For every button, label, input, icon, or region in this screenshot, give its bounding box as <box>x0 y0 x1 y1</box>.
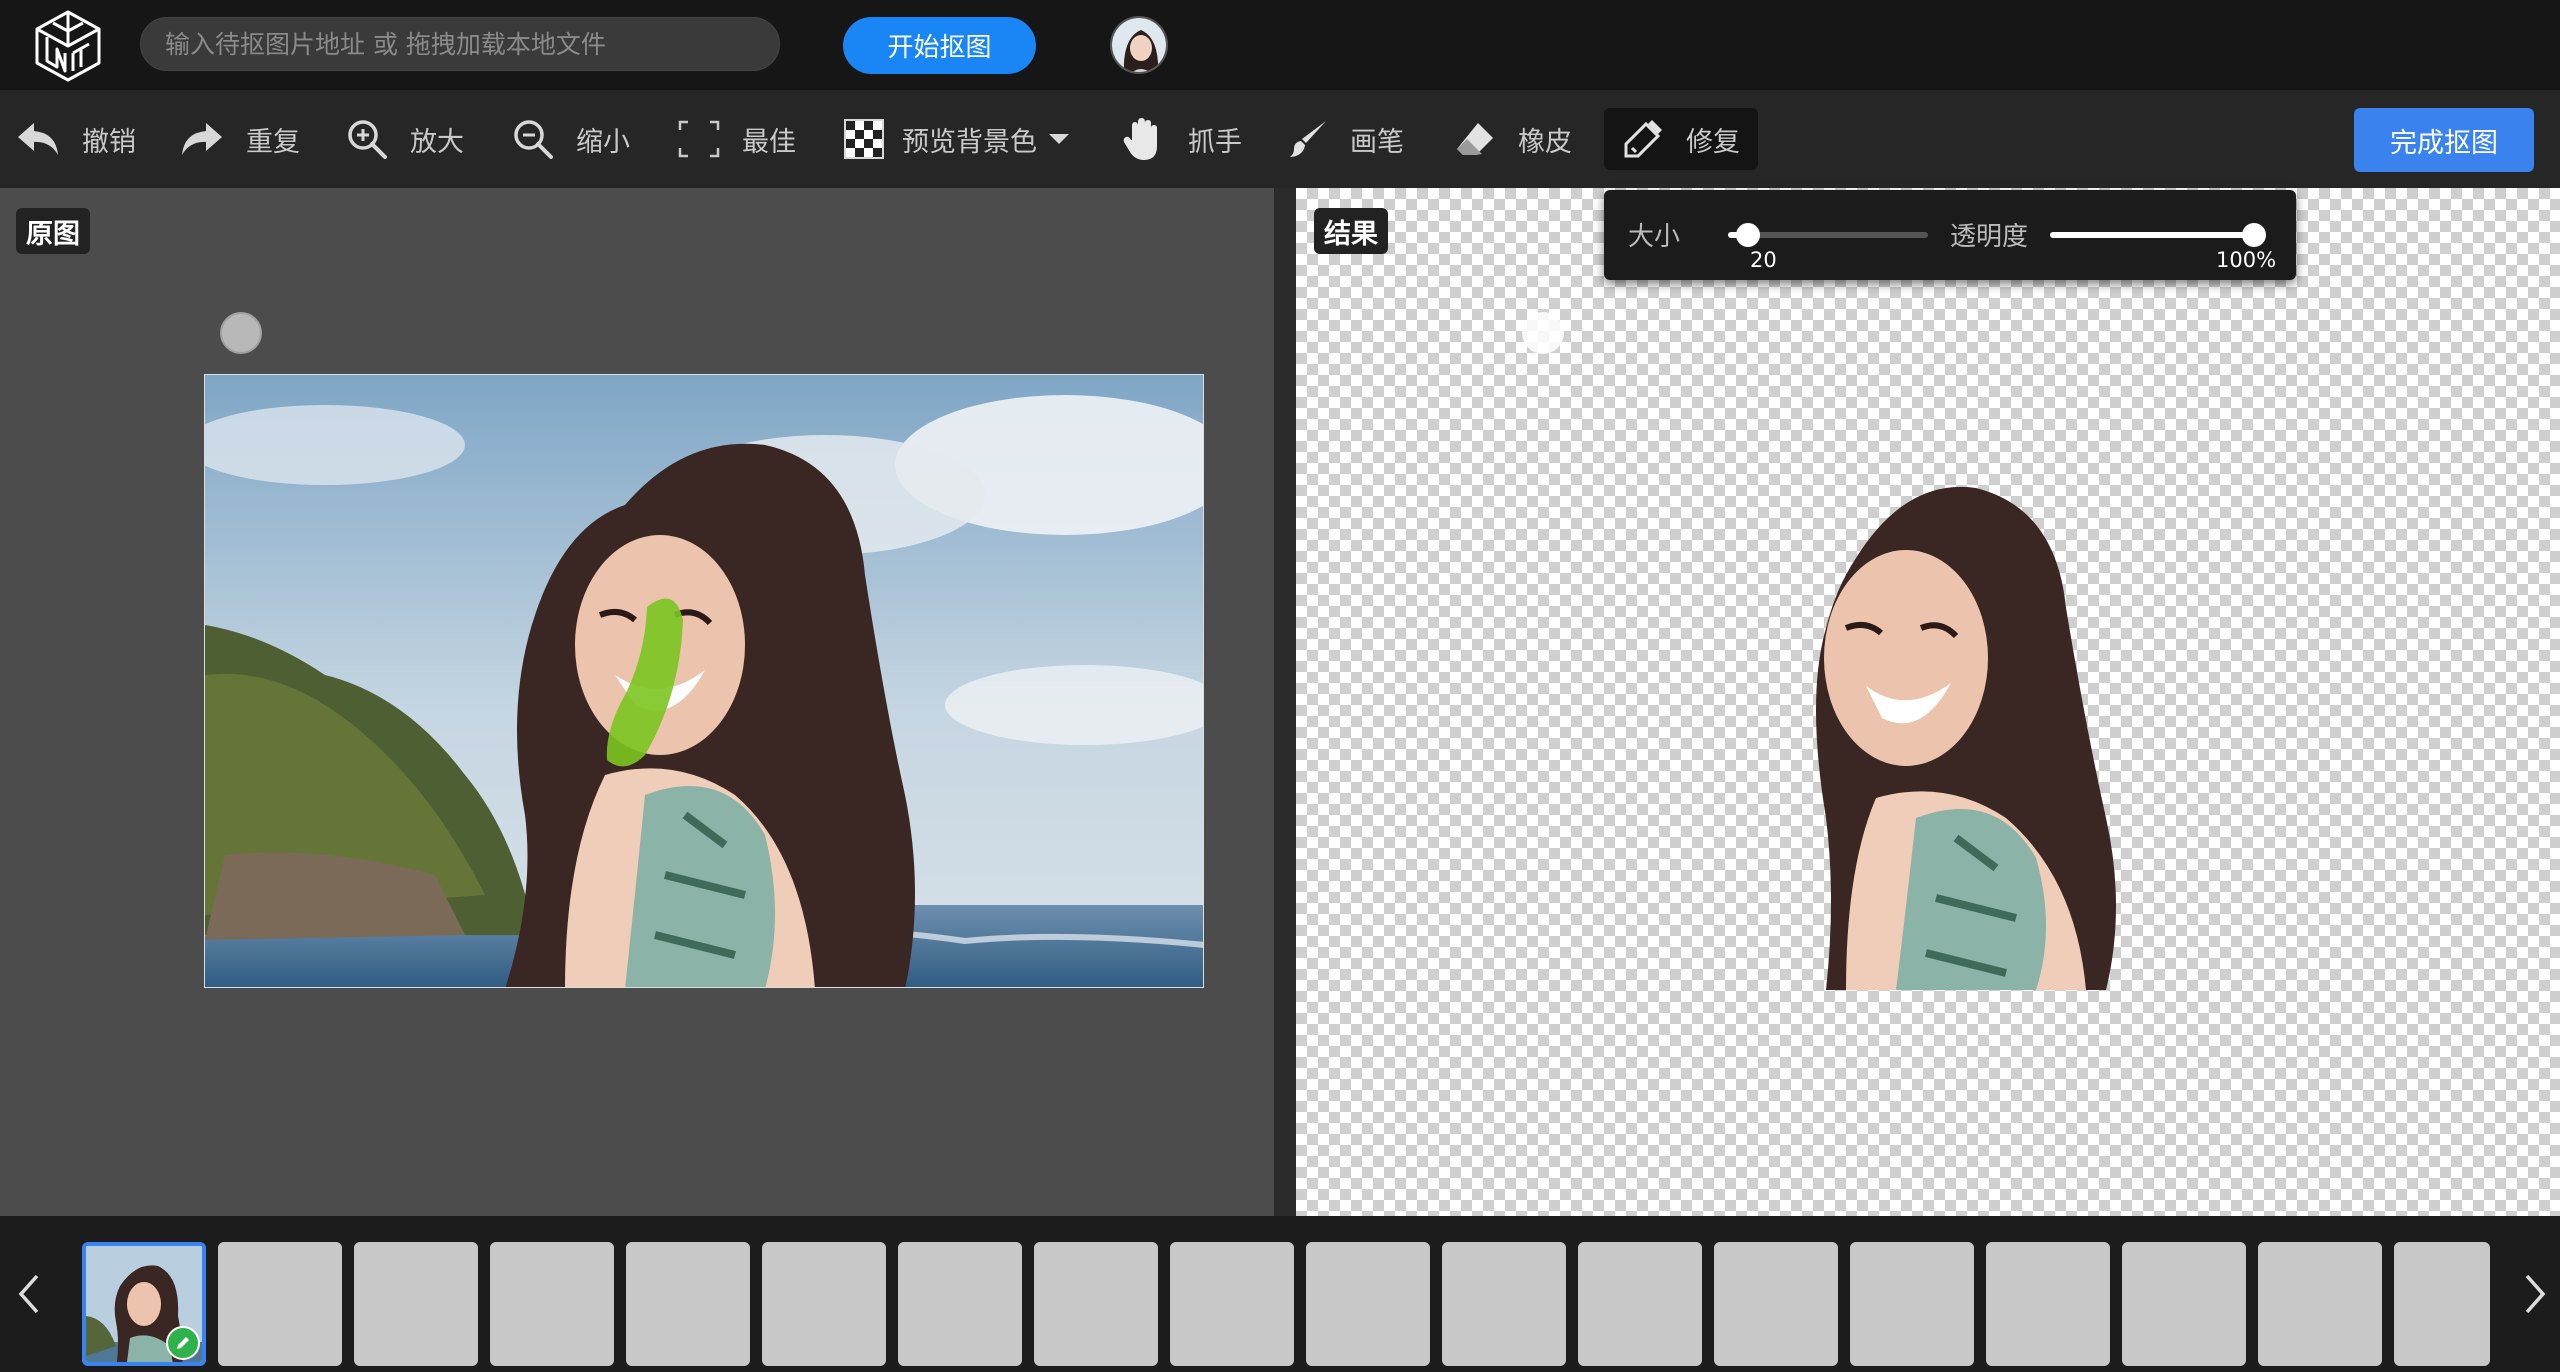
image-thumbnail[interactable] <box>490 1242 614 1366</box>
eraser-tool-label: 橡皮 <box>1518 126 1572 158</box>
brush-tool-label: 画笔 <box>1350 126 1404 158</box>
image-thumbnail[interactable] <box>1306 1242 1430 1366</box>
panel-divider <box>1274 188 1296 1216</box>
fit-best-label: 最佳 <box>742 126 796 158</box>
image-thumbnail[interactable] <box>1578 1242 1702 1366</box>
zoom-out-label: 缩小 <box>576 126 630 158</box>
image-thumbnail[interactable] <box>2394 1242 2490 1366</box>
chevron-left-icon <box>18 1274 39 1314</box>
image-thumbnail[interactable] <box>82 1242 206 1366</box>
brush-icon <box>1290 121 1326 157</box>
preview-background-dropdown[interactable]: 预览背景色 <box>844 108 1071 170</box>
zoom-out-icon <box>514 120 553 159</box>
checkerboard-icon <box>844 119 884 159</box>
opacity-slider-fill <box>2050 232 2254 238</box>
image-url-field[interactable] <box>140 17 780 71</box>
redo-icon <box>182 123 222 155</box>
image-thumbnail[interactable] <box>626 1242 750 1366</box>
image-thumbnail[interactable] <box>1714 1242 1838 1366</box>
cutout-result-image <box>1816 486 2116 990</box>
avatar-image <box>1112 18 1166 72</box>
brush-tool-button[interactable]: 画笔 <box>1288 108 1404 170</box>
undo-icon <box>18 123 58 155</box>
source-photo[interactable] <box>204 374 1204 988</box>
redo-label: 重复 <box>246 126 300 158</box>
repair-tool-label: 修复 <box>1686 126 1740 158</box>
image-thumbnail[interactable] <box>1034 1242 1158 1366</box>
edit-toolbar: 撤销 重复 放大 缩小 最佳 预览背景色 抓手 画笔 橡皮 修复 <box>0 90 2560 188</box>
fit-icon <box>678 120 720 158</box>
size-slider-handle[interactable] <box>1736 223 1760 247</box>
source-photo-image <box>205 375 1203 987</box>
repair-brush-icon <box>1624 120 1662 158</box>
hand-tool-label: 抓手 <box>1188 126 1242 158</box>
opacity-slider[interactable] <box>2050 223 2266 247</box>
filmstrip-prev-button[interactable] <box>0 1216 58 1372</box>
undo-label: 撤销 <box>82 126 136 158</box>
size-label: 大小 <box>1628 222 1681 252</box>
zoom-out-button[interactable]: 缩小 <box>512 108 630 170</box>
image-filmstrip <box>0 1216 2560 1372</box>
image-thumbnail[interactable] <box>2122 1242 2246 1366</box>
image-url-input[interactable] <box>165 29 779 59</box>
fit-best-button[interactable]: 最佳 <box>678 108 796 170</box>
size-slider[interactable] <box>1728 223 1928 247</box>
image-thumbnail[interactable] <box>1170 1242 1294 1366</box>
image-thumbnail[interactable] <box>1442 1242 1566 1366</box>
repair-tool-button[interactable]: 修复 <box>1604 108 1758 170</box>
original-label: 原图 <box>16 208 90 254</box>
hand-icon <box>1123 118 1157 160</box>
user-avatar[interactable] <box>1110 16 1168 74</box>
redo-button[interactable]: 重复 <box>180 108 300 170</box>
image-thumbnail[interactable] <box>898 1242 1022 1366</box>
brush-cursor <box>220 312 262 354</box>
image-thumbnail[interactable] <box>762 1242 886 1366</box>
eraser-tool-button[interactable]: 橡皮 <box>1454 108 1572 170</box>
image-thumbnail[interactable] <box>2258 1242 2382 1366</box>
undo-button[interactable]: 撤销 <box>16 108 136 170</box>
hand-tool-button[interactable]: 抓手 <box>1122 108 1242 170</box>
image-thumbnail[interactable] <box>354 1242 478 1366</box>
brush-settings-popup: 大小 20 透明度 100% <box>1604 190 2296 280</box>
filmstrip-next-button[interactable] <box>2510 1216 2560 1372</box>
zoom-in-icon <box>348 120 387 159</box>
zoom-in-button[interactable]: 放大 <box>346 108 464 170</box>
opacity-value: 100% <box>2216 248 2277 272</box>
result-brush-cursor <box>1522 312 1564 354</box>
eraser-icon <box>1457 123 1493 155</box>
result-label: 结果 <box>1314 208 1388 254</box>
caret-down-icon <box>1049 134 1069 144</box>
image-thumbnail[interactable] <box>1986 1242 2110 1366</box>
result-panel[interactable]: 结果 <box>1296 188 2560 1216</box>
image-thumbnail[interactable] <box>1850 1242 1974 1366</box>
app-logo[interactable] <box>33 9 103 83</box>
top-bar: 开始抠图 <box>0 0 2560 90</box>
image-thumbnail[interactable] <box>218 1242 342 1366</box>
size-value: 20 <box>1750 248 1777 272</box>
opacity-slider-handle[interactable] <box>2242 223 2266 247</box>
preview-background-label: 预览背景色 <box>902 126 1037 158</box>
opacity-label: 透明度 <box>1950 222 2029 252</box>
finish-cutout-button[interactable]: 完成抠图 <box>2354 108 2534 172</box>
edited-badge <box>166 1326 200 1360</box>
original-image-panel[interactable]: 原图 <box>0 188 1274 1216</box>
start-cutout-button[interactable]: 开始抠图 <box>843 17 1036 74</box>
pencil-icon <box>177 1337 189 1349</box>
chevron-right-icon <box>2525 1274 2546 1314</box>
zoom-in-label: 放大 <box>410 126 464 158</box>
